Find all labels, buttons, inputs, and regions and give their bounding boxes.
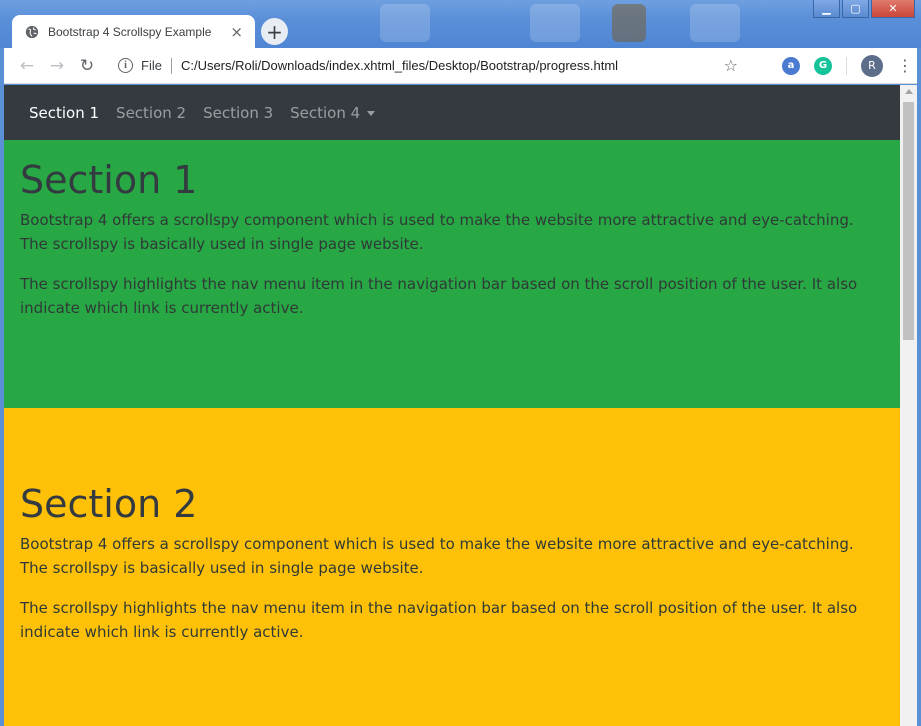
menu-kebab-icon[interactable]: ⋮ <box>897 56 913 75</box>
extension-a-icon[interactable]: a <box>782 56 800 75</box>
page-viewport: Section 1 Section 2 Section 3 Section 4 … <box>4 85 917 726</box>
desktop-decoration <box>690 4 740 42</box>
section-2: Section 2 Bootstrap 4 offers a scrollspy… <box>4 408 900 726</box>
minimize-icon[interactable]: ▁ <box>813 0 840 18</box>
close-window-icon[interactable]: ✕ <box>871 0 915 18</box>
forward-arrow-icon[interactable]: → <box>42 56 72 76</box>
nav-dropdown-section-4[interactable]: Section 4 <box>290 103 376 122</box>
tab-close-icon[interactable]: × <box>230 23 243 41</box>
nav-link-section-4-label: Section 4 <box>290 103 361 122</box>
section-2-paragraph-2: The scrollspy highlights the nav menu it… <box>20 598 858 641</box>
reload-icon[interactable]: ↻ <box>72 56 102 76</box>
caret-down-icon <box>367 110 376 116</box>
section-1-paragraph-2: The scrollspy highlights the nav menu it… <box>20 274 858 317</box>
desktop-decoration <box>380 4 430 42</box>
desktop-decoration <box>612 4 646 42</box>
page-content: Section 1 Section 2 Section 3 Section 4 … <box>4 85 900 726</box>
info-icon[interactable]: i <box>118 58 133 73</box>
navbar: Section 1 Section 2 Section 3 Section 4 <box>4 85 900 140</box>
nav-link-section-1[interactable]: Section 1 <box>29 104 99 122</box>
section-1: Section 1 Bootstrap 4 offers a scrollspy… <box>4 140 900 408</box>
scrollbar-thumb[interactable] <box>903 102 914 340</box>
vertical-scrollbar[interactable] <box>900 85 917 726</box>
scroll-up-arrow-icon[interactable] <box>905 89 913 94</box>
file-scheme-label: File <box>141 58 162 73</box>
profile-avatar[interactable]: R <box>861 54 883 77</box>
grammarly-icon[interactable]: G <box>814 56 832 75</box>
section-2-title: Section 2 <box>20 482 198 526</box>
section-2-paragraph-1: Bootstrap 4 offers a scrollspy component… <box>20 534 854 577</box>
browser-toolbar: ← → ↻ i File C:/Users/Roli/Downloads/ind… <box>4 48 917 84</box>
toolbar-icons: ☆ a G R ⋮ <box>724 54 913 77</box>
window-titlebar: Bootstrap 4 Scrollspy Example × + ▁ ▢ ✕ <box>0 0 921 48</box>
section-1-paragraph-1: Bootstrap 4 offers a scrollspy component… <box>20 210 854 253</box>
globe-icon <box>25 25 39 38</box>
new-tab-button[interactable]: + <box>261 18 288 45</box>
toolbar-separator <box>846 56 847 75</box>
nav-link-section-2[interactable]: Section 2 <box>116 104 186 122</box>
back-arrow-icon[interactable]: ← <box>12 56 42 76</box>
url-text[interactable]: C:/Users/Roli/Downloads/index.xhtml_file… <box>181 58 618 73</box>
browser-tab[interactable]: Bootstrap 4 Scrollspy Example × <box>12 15 255 48</box>
tab-title: Bootstrap 4 Scrollspy Example <box>48 24 212 39</box>
address-bar[interactable]: i File C:/Users/Roli/Downloads/index.xht… <box>118 52 724 80</box>
maximize-icon[interactable]: ▢ <box>842 0 869 18</box>
address-separator <box>170 57 172 74</box>
bookmark-star-icon[interactable]: ☆ <box>724 56 738 75</box>
window-controls: ▁ ▢ ✕ <box>813 0 915 18</box>
section-1-title: Section 1 <box>20 158 198 202</box>
desktop-decoration <box>530 4 580 42</box>
nav-link-section-3[interactable]: Section 3 <box>203 104 273 122</box>
